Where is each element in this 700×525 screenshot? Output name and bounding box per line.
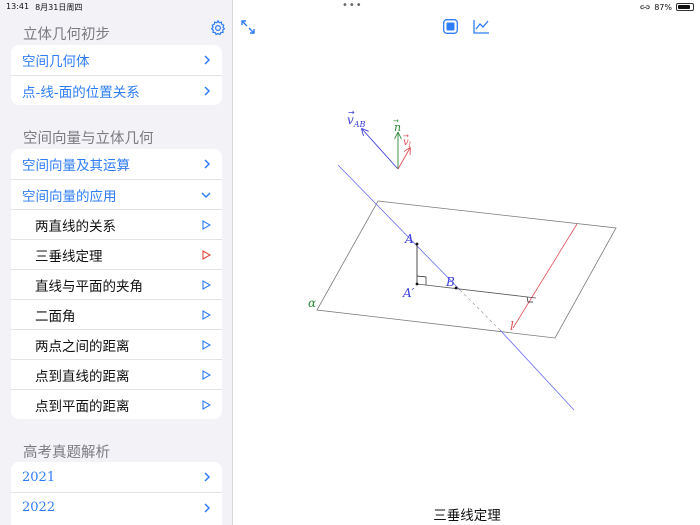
battery-icon [676,3,694,11]
vector-arrow-l: → [403,132,409,140]
vector-l [397,148,410,170]
battery-level [678,5,691,9]
figure-caption: 三垂线定理 [433,508,501,524]
status-bar: 13:41 8月31日周四 87% [0,0,700,14]
link-icon [640,5,650,10]
battery-percent: 87% [654,2,672,12]
point-aprime[interactable] [415,282,419,286]
vector-ab [362,129,399,170]
vector-arrow-ab: → [348,108,355,117]
label-line-l: l [510,319,514,333]
point-b[interactable] [454,286,458,290]
point-a[interactable] [415,242,419,246]
label-point-aprime: A′ [402,286,415,300]
plane-alpha [316,200,617,339]
segment-aprime-b [416,283,537,299]
status-date: 8月31日周四 [35,2,83,12]
label-plane-alpha: α [308,296,316,310]
three-perpendiculars-figure: vAB → n → vl → A A′ B α l [308,108,617,411]
line-l [512,223,578,329]
line-ab-lower [499,329,575,411]
line-ab-upper [337,164,461,291]
label-point-b: B [445,275,455,289]
label-point-a: A [404,232,414,246]
line-ab-hidden [459,289,501,331]
vector-arrow-n: → [393,117,399,125]
status-time: 13:41 [6,1,30,11]
